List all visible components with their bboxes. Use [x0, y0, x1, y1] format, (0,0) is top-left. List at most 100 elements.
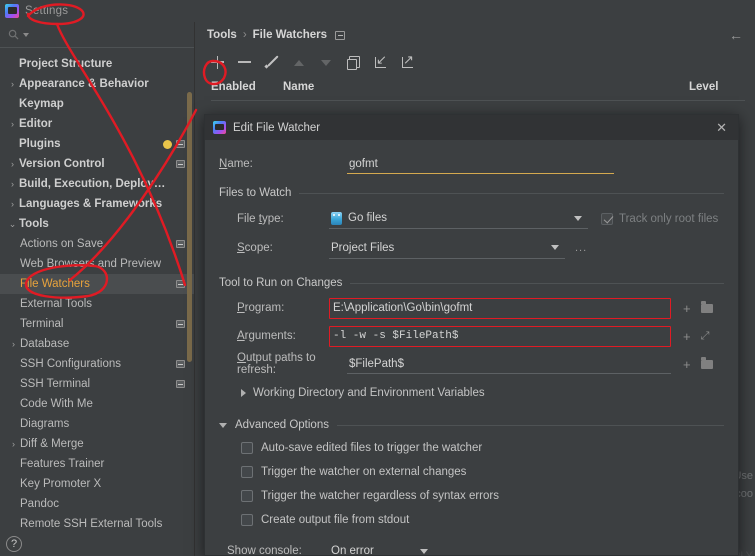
sidebar-item-file-watchers[interactable]: File Watchers — [0, 274, 194, 294]
arguments-input[interactable]: -l -w -s $FilePath$ — [329, 325, 671, 347]
remove-watcher-button[interactable] — [238, 55, 252, 69]
file-watchers-toolbar — [195, 48, 755, 76]
breadcrumb-root[interactable]: Tools — [207, 29, 237, 41]
sidebar-item-editor[interactable]: › Editor — [0, 114, 194, 134]
sidebar-item-ssh-terminal[interactable]: SSH Terminal — [0, 374, 194, 394]
modified-settings-icon — [176, 380, 185, 388]
sidebar-item-code-with-me[interactable]: Code With Me — [0, 394, 194, 414]
track-only-root-label: Track only root files — [619, 212, 719, 225]
sidebar-item-label: Features Trainer — [20, 458, 105, 470]
sidebar-item-appearance-behavior[interactable]: › Appearance & Behavior — [0, 74, 194, 94]
advanced-checkbox-3[interactable]: Create output file from stdout — [219, 508, 724, 532]
checkbox-box — [241, 490, 253, 502]
arguments-label: Arguments: — [237, 330, 296, 342]
dialog-titlebar: Edit File Watcher ✕ — [205, 115, 738, 140]
tree-expander-icon[interactable]: › — [6, 159, 19, 169]
tree-expander-icon[interactable]: › — [7, 439, 20, 449]
sidebar-item-keymap[interactable]: Keymap — [0, 94, 194, 114]
settings-category-tree: Project Structure › Appearance & Behavior K… — [0, 48, 194, 528]
sidebar-item-label: Editor — [19, 118, 53, 130]
name-input[interactable]: gofmt — [347, 154, 614, 174]
sidebar-item-external-tools[interactable]: External Tools — [0, 294, 194, 314]
breadcrumb-leaf: File Watchers — [252, 29, 328, 41]
advanced-checkbox-label: Auto-save edited files to trigger the wa… — [261, 442, 483, 454]
back-arrow-icon[interactable]: ← — [729, 27, 743, 43]
search-options-caret-icon[interactable] — [23, 32, 29, 37]
output-browse-folder-icon[interactable] — [700, 357, 713, 369]
close-icon[interactable]: ✕ — [713, 120, 730, 136]
advanced-checkbox-0[interactable]: Auto-save edited files to trigger the wa… — [219, 436, 724, 460]
output-paths-input[interactable]: $FilePath$ — [347, 354, 671, 374]
sidebar-item-remote-ssh-external-tools[interactable]: Remote SSH External Tools — [0, 514, 194, 528]
sidebar-item-key-promoter-x[interactable]: Key Promoter X — [0, 474, 194, 494]
sidebar-item-database[interactable]: › Database — [0, 334, 194, 354]
tree-expander-icon[interactable]: › — [6, 179, 19, 189]
help-button[interactable]: ? — [6, 536, 22, 552]
sidebar-item-version-control[interactable]: › Version Control — [0, 154, 194, 174]
sidebar-item-plugins[interactable]: Plugins — [0, 134, 194, 154]
sidebar-item-label: Appearance & Behavior — [19, 78, 149, 90]
copy-watcher-button[interactable] — [346, 55, 360, 70]
track-only-root-checkbox[interactable]: Track only root files — [588, 207, 718, 231]
edit-file-watcher-dialog: Edit File Watcher ✕ Name: gofmt Files to… — [204, 114, 739, 556]
sidebar-item-label: Remote SSH External Tools — [20, 518, 163, 528]
sidebar-item-actions-on-save[interactable]: Actions on Save — [0, 234, 194, 254]
import-button[interactable] — [373, 52, 387, 69]
dialog-body: Name: gofmt Files to Watch File type: Go… — [205, 140, 738, 555]
tree-expander-icon[interactable]: › — [6, 79, 19, 89]
section-divider — [336, 424, 724, 426]
move-down-button[interactable] — [319, 55, 333, 69]
scope-more-button[interactable]: ... — [575, 242, 587, 254]
sidebar-item-web-browsers-and-preview[interactable]: Web Browsers and Preview — [0, 254, 194, 274]
tree-expander-icon[interactable]: › — [6, 119, 19, 129]
show-console-combo[interactable]: On error — [329, 541, 434, 555]
checkbox-box — [241, 442, 253, 454]
sidebar-item-ssh-configurations[interactable]: SSH Configurations — [0, 354, 194, 374]
sidebar-item-project-structure[interactable]: Project Structure — [0, 54, 194, 74]
file-type-combo[interactable]: Go files — [329, 208, 588, 229]
settings-search-field[interactable] — [0, 22, 194, 48]
advanced-checkbox-2[interactable]: Trigger the watcher regardless of syntax… — [219, 484, 724, 508]
working-directory-label: Working Directory and Environment Variab… — [253, 387, 485, 399]
advanced-options-section[interactable]: Advanced Options — [219, 414, 724, 436]
working-directory-disclosure[interactable]: Working Directory and Environment Variab… — [219, 382, 724, 404]
sidebar-item-diagrams[interactable]: Diagrams — [0, 414, 194, 434]
sidebar-item-features-trainer[interactable]: Features Trainer — [0, 454, 194, 474]
tree-expander-icon[interactable]: › — [6, 199, 19, 209]
triangle-right-icon — [241, 389, 246, 397]
sidebar-item-label: Keymap — [19, 98, 64, 110]
show-console-label: Show console: — [227, 545, 302, 555]
output-insert-macro-button[interactable]: + — [683, 357, 691, 372]
sidebar-item-terminal[interactable]: Terminal — [0, 314, 194, 334]
chevron-down-icon — [574, 215, 582, 221]
sidebar-item-label: Tools — [19, 218, 49, 230]
sidebar-item-label: Pandoc — [20, 498, 60, 510]
edit-watcher-button[interactable] — [265, 55, 279, 69]
arguments-expand-icon[interactable]: ⤢ — [701, 330, 710, 343]
sidebar-item-pandoc[interactable]: Pandoc — [0, 494, 194, 514]
section-divider — [299, 192, 724, 194]
sidebar-item-label: Actions on Save — [20, 238, 104, 250]
tree-expander-icon[interactable]: ⌄ — [6, 219, 19, 230]
modified-settings-icon — [176, 140, 185, 148]
move-up-button[interactable] — [292, 55, 306, 69]
sidebar-item-tools[interactable]: ⌄ Tools — [0, 214, 194, 234]
tree-expander-icon[interactable]: › — [7, 339, 20, 349]
sidebar-item-build-execution-deployment[interactable]: › Build, Execution, Deployment — [0, 174, 194, 194]
advanced-checkbox-1[interactable]: Trigger the watcher on external changes — [219, 460, 724, 484]
program-input[interactable]: E:\Application\Go\bin\gofmt — [329, 297, 671, 319]
arguments-insert-macro-button[interactable]: + — [683, 329, 691, 344]
program-insert-macro-button[interactable]: + — [683, 301, 691, 316]
program-browse-folder-icon[interactable] — [700, 301, 713, 313]
scope-combo[interactable]: Project Files — [329, 238, 565, 259]
sidebar-item-label: Version Control — [19, 158, 105, 170]
export-button[interactable] — [400, 52, 414, 69]
plugin-update-badge — [163, 139, 172, 149]
sidebar-scrollbar[interactable] — [187, 92, 192, 362]
chevron-down-icon — [551, 245, 559, 250]
tool-to-run-section: Tool to Run on Changes — [219, 272, 724, 294]
add-watcher-button[interactable] — [211, 55, 225, 69]
sidebar-item-label: Terminal — [20, 318, 64, 330]
sidebar-item-diff-merge[interactable]: › Diff & Merge — [0, 434, 194, 454]
sidebar-item-languages-frameworks[interactable]: › Languages & Frameworks — [0, 194, 194, 214]
